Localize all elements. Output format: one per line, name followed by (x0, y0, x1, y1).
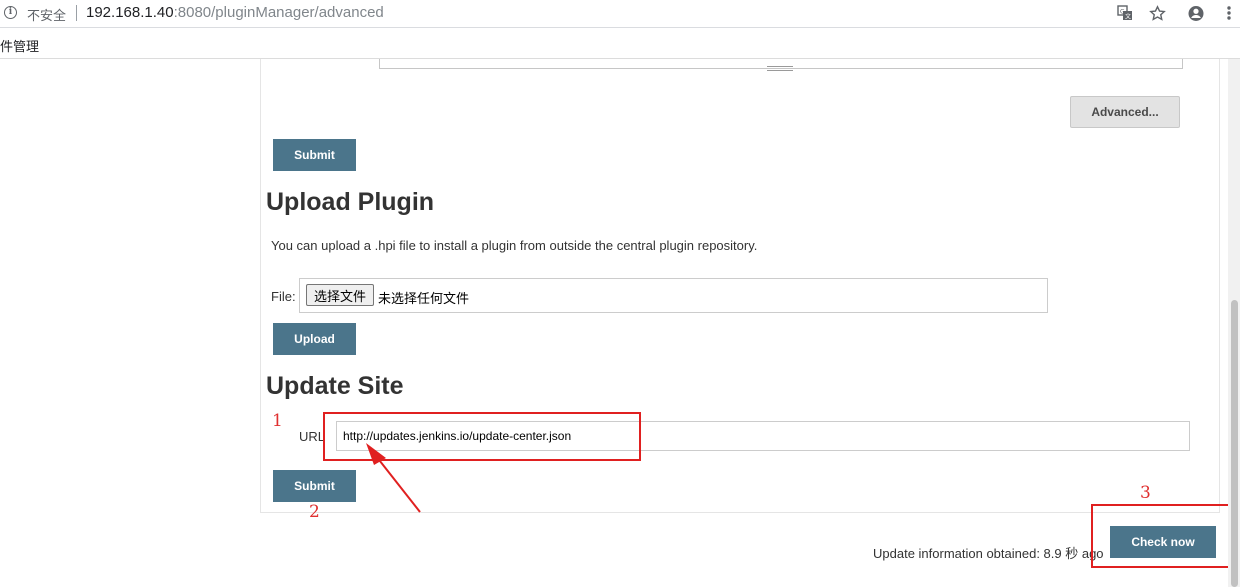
annotation-number-3: 3 (1140, 483, 1151, 503)
info-icon[interactable]: i (4, 6, 17, 19)
page: i 不安全 192.168.1.40:8080/pluginManager/ad… (0, 0, 1240, 587)
proxy-submit-button[interactable]: Submit (273, 139, 356, 171)
url-host: 192.168.1.40 (86, 4, 174, 21)
advanced-button[interactable]: Advanced... (1070, 96, 1180, 128)
svg-text:文: 文 (1125, 13, 1131, 21)
resize-grip-icon[interactable] (767, 66, 793, 71)
address-separator (76, 5, 77, 21)
url-text[interactable]: 192.168.1.40:8080/pluginManager/advanced (86, 4, 384, 21)
annotation-arrow-icon (366, 443, 421, 513)
menu-dots-icon[interactable] (1220, 4, 1238, 22)
bookmarks-bar: 件管理 (0, 28, 1240, 59)
file-label: File: (271, 289, 296, 304)
url-label: URL (299, 429, 326, 444)
update-info-text: Update information obtained: 8.9 秒 ago (873, 546, 1104, 561)
translate-icon[interactable]: G 文 (1116, 4, 1134, 22)
upload-plugin-description: You can upload a .hpi file to install a … (271, 238, 758, 253)
choose-file-button[interactable]: 选择文件 (306, 284, 374, 306)
no-file-selected-text: 未选择任何文件 (378, 291, 470, 306)
annotation-box-check-now (1091, 504, 1234, 568)
address-bar[interactable]: i 不安全 192.168.1.40:8080/pluginManager/ad… (0, 0, 1240, 28)
upload-plugin-heading: Upload Plugin (266, 188, 435, 216)
update-site-submit-button[interactable]: Submit (273, 470, 356, 502)
annotation-number-2: 2 (309, 502, 320, 522)
account-icon[interactable] (1187, 4, 1205, 22)
update-site-heading: Update Site (266, 372, 404, 400)
annotation-number-1: 1 (272, 411, 283, 431)
url-path: :8080/pluginManager/advanced (173, 4, 384, 21)
bookmark-item-plugin-manager[interactable]: 件管理 (0, 36, 39, 55)
bookmark-star-icon[interactable] (1148, 4, 1166, 22)
scrollbar-thumb[interactable] (1231, 300, 1238, 587)
security-status[interactable]: 不安全 (27, 5, 66, 24)
upload-button[interactable]: Upload (273, 323, 356, 355)
